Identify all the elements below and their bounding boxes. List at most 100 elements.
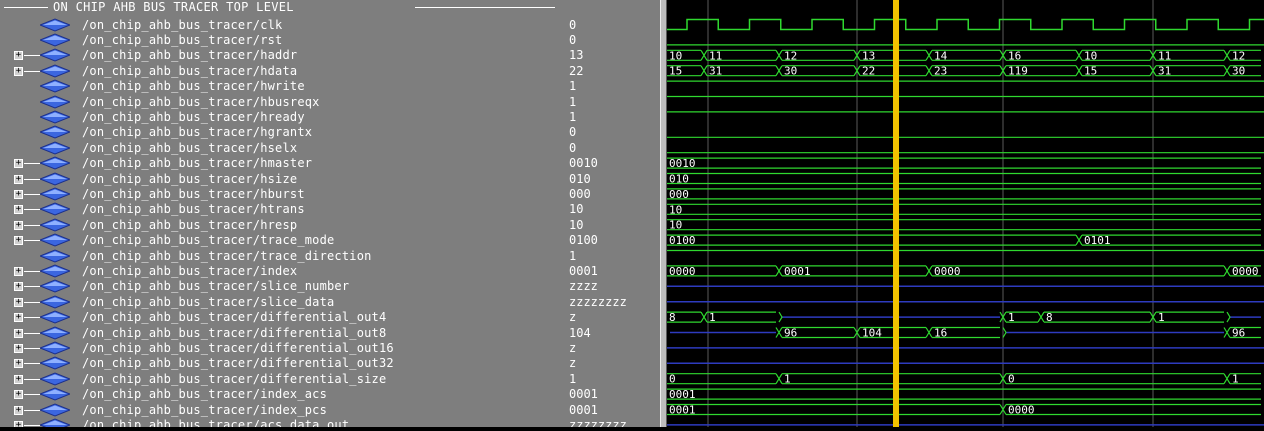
signal-name: /on_chip_ahb_bus_tracer/differential_out… [82, 356, 394, 370]
signal-diamond-icon [40, 202, 70, 216]
signal-value: 0001 [569, 403, 598, 417]
signal-row[interactable]: + /on_chip_ahb_bus_tracer/slice_number [0, 278, 563, 294]
signal-name: /on_chip_ahb_bus_tracer/hready [82, 110, 305, 124]
expand-toggle-icon[interactable]: + [14, 267, 40, 276]
signal-row[interactable]: + /on_chip_ahb_bus_tracer/differential_si… [0, 371, 563, 387]
time-cursor[interactable] [893, 0, 899, 427]
expand-toggle-icon[interactable]: + [14, 375, 40, 384]
expand-toggle-icon[interactable]: + [14, 205, 40, 214]
bus-segment: 0010 [667, 157, 1261, 170]
bus-value-label: 31 [1158, 65, 1171, 78]
bus-segment: 8 [1037, 311, 1150, 324]
signal-row[interactable]: /on_chip_ahb_bus_tracer/clk [0, 17, 563, 33]
signal-row[interactable]: + /on_chip_ahb_bus_tracer/differential_ou… [0, 325, 563, 341]
signal-row[interactable]: /on_chip_ahb_bus_tracer/hgrantx [0, 124, 563, 140]
signal-row[interactable]: /on_chip_ahb_bus_tracer/hwrite [0, 78, 563, 94]
signal-row[interactable]: /on_chip_ahb_bus_tracer/hselx [0, 140, 563, 156]
signal-row[interactable]: + /on_chip_ahb_bus_tracer/hsize [0, 171, 563, 187]
expand-toggle-icon[interactable]: + [14, 51, 40, 60]
signal-name: /on_chip_ahb_bus_tracer/hburst [82, 187, 305, 201]
signal-diamond-icon [40, 172, 70, 186]
signal-name: /on_chip_ahb_bus_tracer/hresp [82, 218, 298, 232]
expand-toggle-icon[interactable]: + [14, 190, 40, 199]
signal-name: /on_chip_ahb_bus_tracer/hmaster [82, 156, 313, 170]
bus-segment: 11 [700, 49, 776, 62]
expand-toggle-icon[interactable]: + [14, 329, 40, 338]
signal-row[interactable]: + /on_chip_ahb_bus_tracer/trace_mode [0, 232, 563, 248]
signal-row[interactable]: /on_chip_ahb_bus_tracer/hbusreqx [0, 94, 563, 110]
signal-value: 1 [569, 79, 577, 93]
bus-value-label: 96 [1232, 327, 1245, 340]
bus-segment: 23 [925, 65, 1000, 78]
bus-segment: 31 [700, 65, 776, 78]
signal-row[interactable]: + /on_chip_ahb_bus_tracer/index_pcs [0, 402, 563, 418]
expand-toggle-icon[interactable]: + [14, 421, 40, 427]
signal-value: z [569, 310, 577, 324]
expand-toggle-icon[interactable]: + [14, 390, 40, 399]
bus-segment: 0101 [1075, 234, 1261, 247]
expand-toggle-icon[interactable]: + [14, 236, 40, 245]
signal-row[interactable]: /on_chip_ahb_bus_tracer/trace_direction [0, 248, 563, 264]
signal-value: 1 [569, 110, 577, 124]
bus-segment: 0001 [775, 265, 926, 278]
bus-value-label: 010 [669, 173, 689, 186]
bus-segment [778, 311, 1000, 323]
signal-value: z [569, 356, 577, 370]
signal-row[interactable]: + /on_chip_ahb_bus_tracer/hresp [0, 217, 563, 233]
signal-diamond-icon [40, 125, 70, 139]
bus-value-label: 000 [669, 188, 689, 201]
bus-segment: 10 [1075, 49, 1150, 62]
expand-toggle-icon[interactable]: + [14, 298, 40, 307]
expand-toggle-icon[interactable]: + [14, 175, 40, 184]
expand-toggle-icon[interactable]: + [14, 359, 40, 368]
signal-row[interactable]: + /on_chip_ahb_bus_tracer/acs_data_out [0, 417, 563, 427]
bus-segment: 12 [775, 49, 854, 62]
bus-segment: 96 [775, 327, 854, 340]
signal-row[interactable]: + /on_chip_ahb_bus_tracer/htrans [0, 201, 563, 217]
bus-segment: 119 [999, 65, 1076, 78]
bus-value-label: 0100 [669, 234, 696, 247]
expand-toggle-icon[interactable]: + [14, 282, 40, 291]
signal-row[interactable]: + /on_chip_ahb_bus_tracer/hburst [0, 186, 563, 202]
bus-segment: 10 [667, 219, 1261, 232]
waveform-pane[interactable]: 10 11 12 13 14 16 10 11 12 15 31 30 22 23 119 15 31 30 001… [667, 0, 1264, 427]
signal-value: 0010 [569, 156, 598, 170]
bus-value-label: 0000 [669, 265, 696, 278]
signal-name: /on_chip_ahb_bus_tracer/differential_siz… [82, 372, 387, 386]
bus-value-label: 8 [1046, 311, 1053, 324]
bus-segment: 000 [667, 188, 1261, 201]
pane-splitter[interactable] [660, 0, 667, 427]
bus-value-label: 13 [862, 49, 875, 62]
signal-row[interactable]: + /on_chip_ahb_bus_tracer/index [0, 263, 563, 279]
signal-row[interactable]: + /on_chip_ahb_bus_tracer/differential_ou… [0, 355, 563, 371]
signal-value: 1 [569, 372, 577, 386]
expand-toggle-icon[interactable]: + [14, 159, 40, 168]
signal-row[interactable]: + /on_chip_ahb_bus_tracer/index_acs [0, 386, 563, 402]
expand-toggle-icon[interactable]: + [14, 313, 40, 322]
signal-diamond-icon [40, 326, 70, 340]
bus-value-label: 104 [862, 327, 882, 340]
waveform-canvas[interactable]: 10 11 12 13 14 16 10 11 1215 31 30 22 23 119 15 31 30001… [667, 0, 1264, 427]
signal-row[interactable]: + /on_chip_ahb_bus_tracer/differential_ou… [0, 340, 563, 356]
expand-toggle-icon[interactable]: + [14, 344, 40, 353]
signal-row[interactable]: + /on_chip_ahb_bus_tracer/slice_data [0, 294, 563, 310]
expand-toggle-icon[interactable]: + [14, 67, 40, 76]
signal-row[interactable]: + /on_chip_ahb_bus_tracer/differential_ou… [0, 309, 563, 325]
bus-value-label: 0001 [784, 265, 811, 278]
bus-value-label: 0 [1008, 373, 1015, 386]
signal-name: /on_chip_ahb_bus_tracer/haddr [82, 48, 298, 62]
signal-row[interactable]: + /on_chip_ahb_bus_tracer/hmaster [0, 155, 563, 171]
signal-row[interactable]: /on_chip_ahb_bus_tracer/rst [0, 32, 563, 48]
bus-segment: 104 [853, 327, 926, 340]
signal-row[interactable]: + /on_chip_ahb_bus_tracer/haddr [0, 47, 563, 63]
signal-row[interactable]: + /on_chip_ahb_bus_tracer/hdata [0, 63, 563, 79]
bus-value-label: 23 [934, 65, 947, 78]
signal-value: 0 [569, 18, 577, 32]
signal-row[interactable]: /on_chip_ahb_bus_tracer/hready [0, 109, 563, 125]
bus-segment: 11 [1149, 49, 1224, 62]
expand-toggle-icon[interactable]: + [14, 221, 40, 230]
signal-name: /on_chip_ahb_bus_tracer/differential_out… [82, 310, 387, 324]
signal-diamond-icon [40, 64, 70, 78]
signal-name: /on_chip_ahb_bus_tracer/hdata [82, 64, 298, 78]
expand-toggle-icon[interactable]: + [14, 406, 40, 415]
